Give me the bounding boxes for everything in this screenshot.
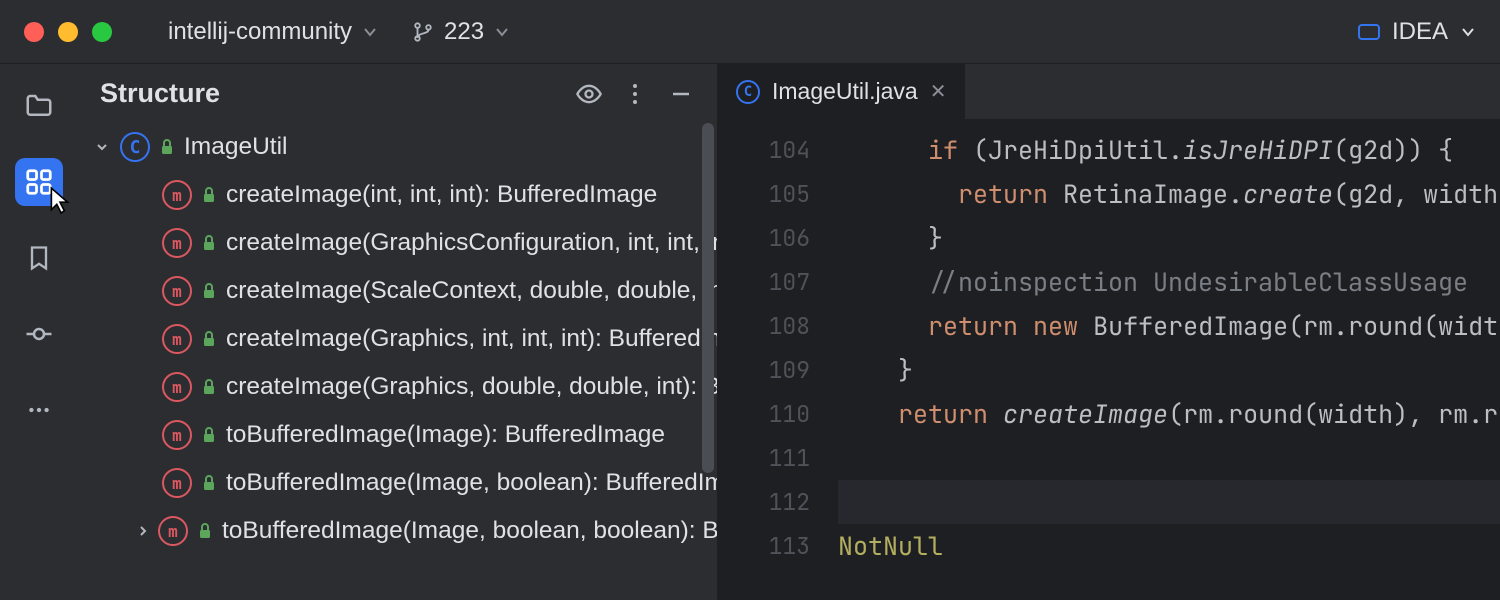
line-number: 105 (718, 172, 810, 216)
code-line[interactable] (838, 436, 1500, 480)
code-line[interactable]: NotNull (838, 524, 1500, 568)
visibility-lock-icon (158, 138, 176, 156)
scrollbar[interactable] (702, 123, 714, 473)
tree-node-method[interactable]: m createImage(GraphicsConfiguration, int,… (92, 219, 717, 267)
method-signature: createImage(Graphics, int, int, int): Bu… (226, 325, 717, 353)
tree-node-method[interactable]: m createImage(Graphics, int, int, int): B… (92, 315, 717, 363)
visibility-lock-icon (200, 282, 218, 300)
method-icon: m (162, 180, 192, 210)
project-name: intellij-community (168, 18, 352, 46)
method-signature: createImage(ScaleContext, double, double… (226, 277, 717, 305)
close-tab-icon[interactable]: ✕ (930, 79, 947, 104)
ide-selector[interactable]: IDEA (1358, 18, 1476, 46)
method-signature: toBufferedImage(Image): BufferedImage (226, 421, 665, 449)
window-controls (24, 22, 112, 42)
chevron-down-icon (494, 24, 510, 40)
structure-tree[interactable]: C ImageUtil m createImage(int, int, int): … (78, 123, 717, 600)
chevron-down-icon (362, 24, 378, 40)
code-line[interactable]: return new BufferedImage(rm.round(width)… (838, 304, 1500, 348)
visibility-lock-icon (200, 426, 218, 444)
method-signature: createImage(Graphics, double, double, in… (226, 373, 717, 401)
branch-count: 223 (444, 18, 484, 46)
line-number: 113 (718, 524, 810, 568)
visibility-lock-icon (200, 234, 218, 252)
more-tool-icon[interactable] (15, 386, 63, 434)
line-number: 104 (718, 128, 810, 172)
line-number: 110 (718, 392, 810, 436)
git-branch-icon (412, 21, 434, 43)
method-icon: m (162, 276, 192, 306)
line-number: 111 (718, 436, 810, 480)
line-number: 106 (718, 216, 810, 260)
java-class-icon: C (736, 80, 760, 104)
tree-node-class[interactable]: C ImageUtil (92, 123, 717, 171)
editor-tabs: C ImageUtil.java ✕ (718, 64, 1500, 120)
tool-window-rail (0, 64, 78, 600)
code-line[interactable]: return RetinaImage.create(g2d, width, he… (838, 172, 1500, 216)
bookmarks-tool-icon[interactable] (15, 234, 63, 282)
method-icon: m (162, 420, 192, 450)
class-icon: C (120, 132, 150, 162)
code-area[interactable]: 104105106107108109110111112113 if (JreHi… (718, 120, 1500, 600)
project-tool-icon[interactable] (15, 82, 63, 130)
chevron-down-icon (1460, 24, 1476, 40)
structure-panel: Structure C ImageUtil m createImage(int, i… (78, 64, 718, 600)
maximize-window-button[interactable] (92, 22, 112, 42)
structure-tool-icon[interactable] (15, 158, 63, 206)
minimize-window-button[interactable] (58, 22, 78, 42)
line-number: 108 (718, 304, 810, 348)
code-text[interactable]: if (JreHiDpiUtil.isJreHiDPI(g2d)) { retu… (838, 120, 1500, 600)
line-number: 112 (718, 480, 810, 524)
expand-caret-icon[interactable] (136, 521, 150, 541)
code-line[interactable]: if (JreHiDpiUtil.isJreHiDPI(g2d)) { (838, 128, 1500, 172)
commit-tool-icon[interactable] (15, 310, 63, 358)
method-icon: m (162, 372, 192, 402)
structure-header: Structure (78, 64, 717, 123)
options-icon[interactable] (621, 80, 649, 108)
project-selector[interactable]: intellij-community (160, 12, 386, 52)
structure-title: Structure (100, 78, 557, 109)
close-window-button[interactable] (24, 22, 44, 42)
tree-node-method[interactable]: m createImage(Graphics, double, double, i… (92, 363, 717, 411)
visibility-lock-icon (200, 330, 218, 348)
ide-icon (1358, 24, 1380, 40)
code-line[interactable]: return createImage(rm.round(width), rm.r… (838, 392, 1500, 436)
editor-tab[interactable]: C ImageUtil.java ✕ (718, 64, 966, 119)
tree-node-method[interactable]: m toBufferedImage(Image): BufferedImage (92, 411, 717, 459)
tree-node-method[interactable]: m toBufferedImage(Image, boolean): Buffer… (92, 459, 717, 507)
code-line[interactable]: } (838, 348, 1500, 392)
method-signature: toBufferedImage(Image, boolean, boolean)… (222, 517, 717, 545)
visibility-lock-icon (196, 522, 214, 540)
titlebar: intellij-community 223 IDEA (0, 0, 1500, 64)
tab-filename: ImageUtil.java (772, 78, 918, 105)
method-signature: createImage(GraphicsConfiguration, int, … (226, 229, 717, 257)
method-icon: m (158, 516, 188, 546)
visibility-lock-icon (200, 378, 218, 396)
method-icon: m (162, 324, 192, 354)
method-icon: m (162, 468, 192, 498)
tree-node-method[interactable]: m createImage(ScaleContext, double, doubl… (92, 267, 717, 315)
method-signature: toBufferedImage(Image, boolean): Buffere… (226, 469, 717, 497)
branch-selector[interactable]: 223 (404, 12, 518, 52)
visibility-lock-icon (200, 186, 218, 204)
line-number: 109 (718, 348, 810, 392)
code-line[interactable]: } (838, 216, 1500, 260)
method-signature: createImage(int, int, int): BufferedImag… (226, 181, 657, 209)
code-line[interactable] (838, 480, 1500, 524)
class-name: ImageUtil (184, 133, 287, 161)
line-number: 107 (718, 260, 810, 304)
minimize-panel-icon[interactable] (667, 80, 695, 108)
editor: C ImageUtil.java ✕ 104105106107108109110… (718, 64, 1500, 600)
visibility-icon[interactable] (575, 80, 603, 108)
gutter: 104105106107108109110111112113 (718, 120, 838, 600)
collapse-caret-icon[interactable] (92, 137, 112, 157)
ide-name-label: IDEA (1392, 18, 1448, 46)
tree-node-method[interactable]: m createImage(int, int, int): BufferedIma… (92, 171, 717, 219)
tree-node-method[interactable]: m toBufferedImage(Image, boolean, boolean… (92, 507, 717, 555)
visibility-lock-icon (200, 474, 218, 492)
code-line[interactable]: //noinspection UndesirableClassUsage (838, 260, 1500, 304)
method-icon: m (162, 228, 192, 258)
